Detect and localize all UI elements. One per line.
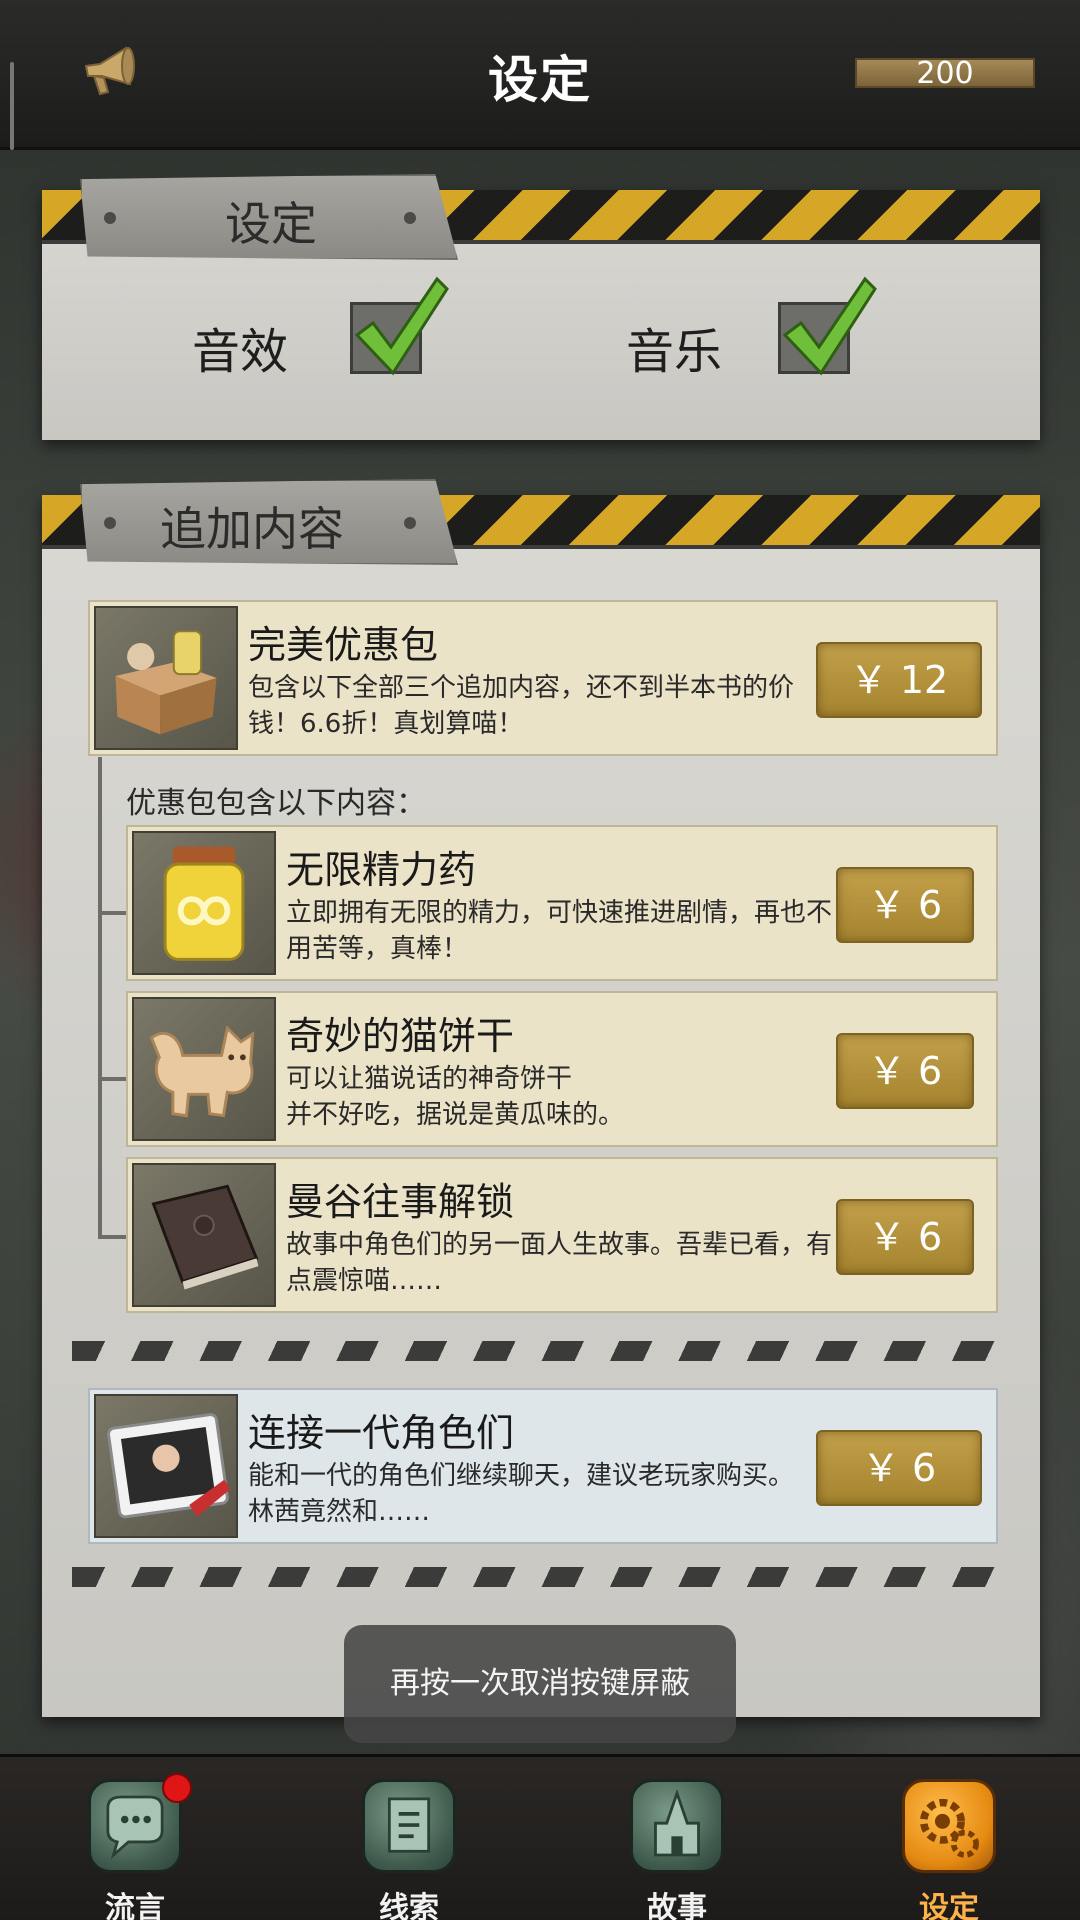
nav-label: 流言 (105, 1891, 165, 1920)
tree-connector (98, 1077, 126, 1081)
addon-price-button[interactable]: ￥ 6 (836, 1199, 974, 1275)
nav-label: 设定 (919, 1891, 979, 1920)
addons-heading-plate: 追加内容 (80, 479, 458, 565)
addon-title: 奇妙的猫饼干 (286, 1014, 515, 1058)
clue-scroll-icon (362, 1779, 456, 1873)
settings-gear-icon (902, 1779, 996, 1873)
cat-cookie-icon (132, 997, 276, 1141)
settings-heading-plate: 设定 (80, 174, 458, 260)
gift-box-icon (94, 606, 238, 750)
tree-connector (98, 1235, 126, 1239)
addon-title: 曼谷往事解锁 (286, 1180, 515, 1224)
photo-frame-icon (94, 1394, 238, 1538)
legacy-price-button[interactable]: ￥ 6 (816, 1430, 982, 1506)
legacy-characters-item[interactable]: 连接一代角色们 能和一代的角色们继续聊天，建议老玩家购买。林茜竟然和…… ￥ 6 (88, 1388, 998, 1544)
addon-item-energy-potion[interactable]: 无限精力药 立即拥有无限的精力，可快速推进剧情，再也不用苦等，真棒！ ￥ 6 (126, 825, 998, 981)
top-bar: 设定 200 (0, 0, 1080, 150)
music-checkbox[interactable] (778, 276, 877, 376)
legacy-title: 连接一代角色们 (248, 1411, 515, 1455)
nav-tab-stories[interactable]: 故事 (622, 1779, 732, 1920)
addon-item-cat-cookie[interactable]: 奇妙的猫饼干 可以让猫说话的神奇饼干 并不好吃，据说是黄瓜味的。 ￥ 6 (126, 991, 998, 1147)
checkmark-icon (782, 276, 877, 376)
story-castle-icon (630, 1779, 724, 1873)
music-label: 音乐 (626, 324, 723, 380)
checkmark-icon (354, 276, 449, 376)
settings-panel: 设定 音效 音乐 (42, 174, 1040, 440)
addon-item-bangkok-story[interactable]: 曼谷往事解锁 故事中角色们的另一面人生故事。吾辈已看，有点震惊喵…… ￥ 6 (126, 1157, 998, 1313)
nav-tab-settings[interactable]: 设定 (894, 1779, 1004, 1920)
diary-book-icon (132, 1163, 276, 1307)
addon-price-button[interactable]: ￥ 6 (836, 1033, 974, 1109)
score-counter: 200 (855, 58, 1035, 89)
addon-price-button[interactable]: ￥ 6 (836, 867, 974, 943)
addons-panel: 追加内容 完美优惠包 包含以下全部三个追加内容，还不到半本书的价钱！6.6折！真… (42, 479, 1040, 1717)
bottom-nav: 流言 线索 故事 设定 (0, 1754, 1080, 1920)
legacy-description: 能和一代的角色们继续聊天，建议老玩家购买。林茜竟然和…… (248, 1461, 795, 1527)
bundle-price-button[interactable]: ￥ 12 (816, 642, 982, 718)
settings-heading: 设定 (225, 197, 317, 251)
rivet-icon (404, 517, 416, 529)
addon-description: 可以让猫说话的神奇饼干 并不好吃，据说是黄瓜味的。 (286, 1064, 625, 1130)
addon-description: 立即拥有无限的精力，可快速推进剧情，再也不用苦等，真棒！ (286, 898, 833, 964)
nav-label: 故事 (647, 1891, 707, 1920)
dashed-divider (72, 1341, 1012, 1361)
sound-effects-checkbox[interactable] (350, 276, 449, 376)
bundle-item[interactable]: 完美优惠包 包含以下全部三个追加内容，还不到半本书的价钱！6.6折！真划算喵！ … (88, 600, 998, 756)
addon-title: 无限精力药 (286, 848, 477, 892)
toast-message: 再按一次取消按键屏蔽 (344, 1625, 736, 1743)
nav-label: 线索 (379, 1891, 439, 1920)
bundle-title: 完美优惠包 (248, 623, 439, 667)
nav-tab-clues[interactable]: 线索 (354, 1779, 464, 1920)
notification-badge (162, 1773, 192, 1803)
dashed-divider (72, 1567, 1012, 1587)
sound-effects-label: 音效 (192, 324, 289, 380)
addon-description: 故事中角色们的另一面人生故事。吾辈已看，有点震惊喵…… (286, 1230, 833, 1296)
bundle-tree-line (98, 757, 102, 1237)
nav-tab-rumors[interactable]: 流言 (80, 1773, 192, 1920)
bundle-contents-label: 优惠包包含以下内容： (126, 786, 426, 821)
potion-jar-icon (132, 831, 276, 975)
bundle-description: 包含以下全部三个追加内容，还不到半本书的价钱！6.6折！真划算喵！ (248, 673, 795, 739)
addons-heading: 追加内容 (160, 502, 344, 556)
tree-connector (98, 911, 126, 915)
